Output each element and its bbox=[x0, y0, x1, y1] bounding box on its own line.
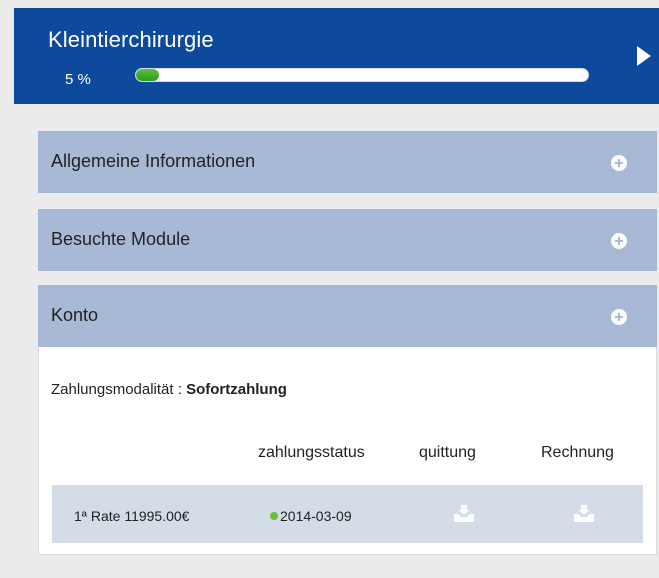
section-label: Allgemeine Informationen bbox=[51, 151, 256, 171]
konto-panel: Zahlungsmodalität : Sofortzahlung zahlun… bbox=[38, 347, 657, 555]
section-label: Besuchte Module bbox=[51, 229, 191, 249]
column-header-rechnung: Rechnung bbox=[541, 444, 614, 461]
progress-label: 5 % bbox=[65, 71, 91, 88]
section-label: Konto bbox=[51, 305, 99, 325]
section-allgemeine-informationen[interactable]: Allgemeine Informationen bbox=[38, 131, 657, 193]
status-date: 2014-03-09 bbox=[280, 508, 352, 524]
progress-bar bbox=[135, 68, 589, 82]
payment-mode-label: Zahlungsmodalität : bbox=[51, 381, 182, 398]
plus-circle-icon[interactable] bbox=[611, 155, 627, 171]
payment-mode: Zahlungsmodalität : Sofortzahlung bbox=[51, 381, 287, 398]
play-icon[interactable] bbox=[637, 46, 651, 66]
column-header-quittung: quittung bbox=[419, 444, 476, 461]
section-konto[interactable]: Konto bbox=[38, 285, 657, 347]
download-icon[interactable] bbox=[452, 502, 476, 524]
rate-label: 1ª Rate 11995.00€ bbox=[74, 508, 190, 524]
table-row: 1ª Rate 11995.00€ 2014-03-09 bbox=[52, 485, 643, 543]
course-header: Kleintierchirurgie 5 % bbox=[14, 8, 659, 104]
course-title: Kleintierchirurgie bbox=[48, 27, 214, 52]
payment-status: 2014-03-09 bbox=[270, 508, 352, 524]
download-icon[interactable] bbox=[572, 502, 596, 524]
status-dot-icon bbox=[270, 512, 278, 520]
plus-circle-icon[interactable] bbox=[611, 233, 627, 249]
progress-fill bbox=[136, 69, 159, 81]
plus-circle-icon[interactable] bbox=[611, 309, 627, 325]
payment-mode-value: Sofortzahlung bbox=[186, 381, 287, 398]
section-besuchte-module[interactable]: Besuchte Module bbox=[38, 209, 657, 271]
column-header-status: zahlungsstatus bbox=[258, 444, 365, 461]
